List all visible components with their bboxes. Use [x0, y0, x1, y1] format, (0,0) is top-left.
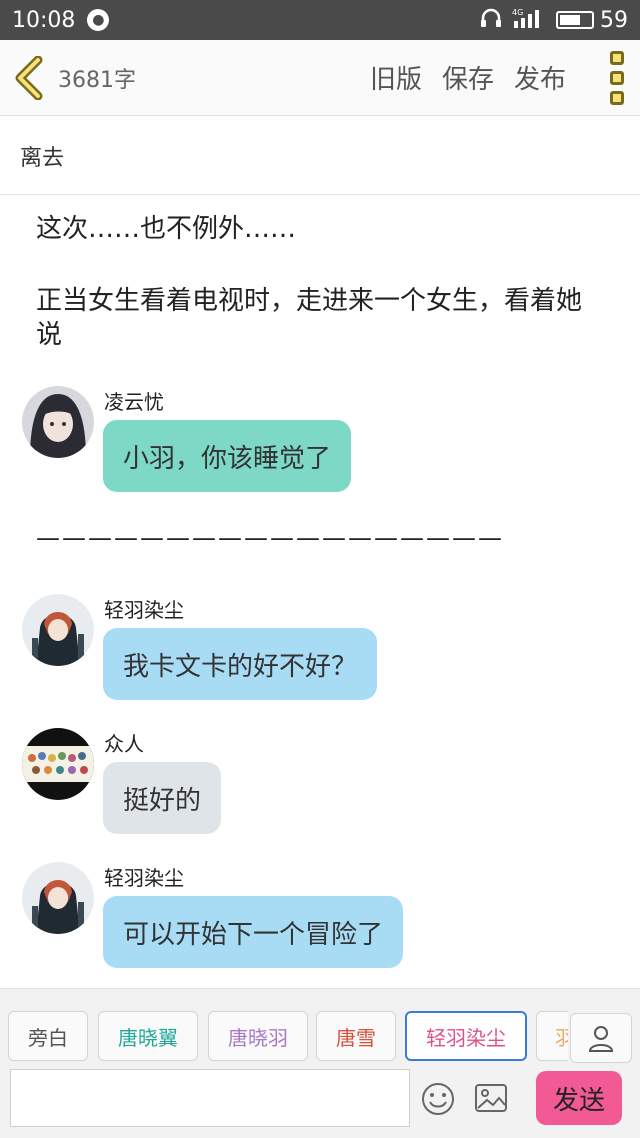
speaker-name: 众人	[104, 732, 144, 756]
character-chip[interactable]: 唐晓翼	[98, 1011, 198, 1061]
narration-text: 这次……也不例外……	[36, 214, 297, 244]
image-icon	[475, 1084, 507, 1112]
message-bubble: 小羽，你该睡觉了	[103, 420, 352, 492]
smiley-icon	[422, 1083, 454, 1115]
story-title[interactable]: 离去	[0, 117, 640, 195]
composer-bar: 旁白 唐晓翼 唐晓羽 唐雪 轻羽染尘 羽 发送	[0, 988, 640, 1138]
character-chip[interactable]: 唐晓羽	[208, 1011, 308, 1061]
status-bar: 10:08 ● 4G 59	[0, 0, 640, 40]
speaker-name: 轻羽染尘	[104, 598, 184, 622]
avatar	[22, 594, 94, 666]
word-count: 3681字	[58, 67, 136, 93]
scene-divider: ——————————————————	[36, 524, 504, 552]
message-bubble: 我卡文卡的好不好？	[103, 628, 378, 700]
narration-text: 正当女生看着电视时，走进来一个女生，看着她说	[36, 286, 583, 350]
avatar	[22, 386, 94, 458]
speaker-name: 凌云忧	[104, 390, 164, 414]
battery-level: 59	[600, 7, 628, 33]
headphones-icon	[480, 8, 502, 33]
battery-icon	[556, 11, 594, 29]
save-button[interactable]: 保存	[442, 59, 494, 96]
story-content: 这次……也不例外…… 正当女生看着电视时，走进来一个女生，看着她说 凌云忧 小羽…	[0, 196, 640, 988]
speaker-name: 轻羽染尘	[104, 866, 184, 890]
message-bubble: 可以开始下一个冒险了	[103, 896, 404, 968]
avatar	[22, 728, 94, 800]
insert-image-button[interactable]	[474, 1083, 508, 1113]
emoji-button[interactable]	[420, 1081, 456, 1117]
avatar	[22, 862, 94, 934]
header-actions: 旧版 保存 发布	[370, 50, 624, 105]
person-icon	[588, 1026, 614, 1052]
notification-icon: ●	[87, 9, 110, 31]
signal-icon: 4G	[512, 7, 546, 34]
editor-screen: 10:08 ● 4G 59 3681字 旧版 保存 发布 离去 这次……也不例外…	[0, 0, 640, 1138]
message-bubble: 挺好的	[103, 762, 222, 834]
character-selector: 旁白 唐晓翼 唐晓羽 唐雪 轻羽染尘 羽	[8, 1011, 568, 1063]
battery: 59	[556, 8, 628, 33]
old-version-button[interactable]: 旧版	[370, 59, 422, 96]
character-chip[interactable]: 唐雪	[316, 1011, 396, 1061]
message-input[interactable]	[10, 1069, 410, 1127]
editor-header: 3681字 旧版 保存 发布	[0, 40, 640, 116]
chevron-left-icon	[15, 55, 43, 100]
status-right: 4G 59	[480, 7, 628, 34]
publish-button[interactable]: 发布	[514, 59, 566, 96]
character-chip[interactable]: 羽	[536, 1011, 568, 1061]
add-character-button[interactable]	[570, 1013, 632, 1063]
character-chip-selected[interactable]: 轻羽染尘	[405, 1011, 527, 1061]
status-time: 10:08	[12, 7, 76, 33]
more-menu-icon[interactable]	[610, 50, 624, 105]
network-label: 4G	[512, 8, 523, 17]
character-chip-narrator[interactable]: 旁白	[8, 1011, 88, 1061]
back-button[interactable]	[14, 40, 54, 116]
send-button[interactable]: 发送	[536, 1071, 622, 1125]
